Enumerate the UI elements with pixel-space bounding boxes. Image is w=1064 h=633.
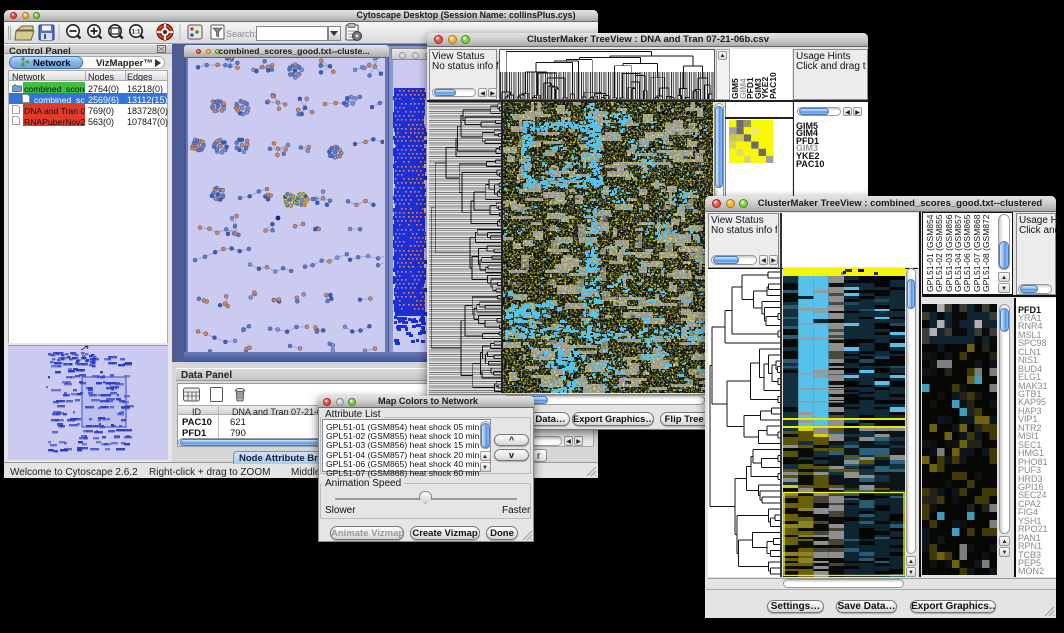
svg-text:1:1: 1:1 [132, 30, 141, 36]
